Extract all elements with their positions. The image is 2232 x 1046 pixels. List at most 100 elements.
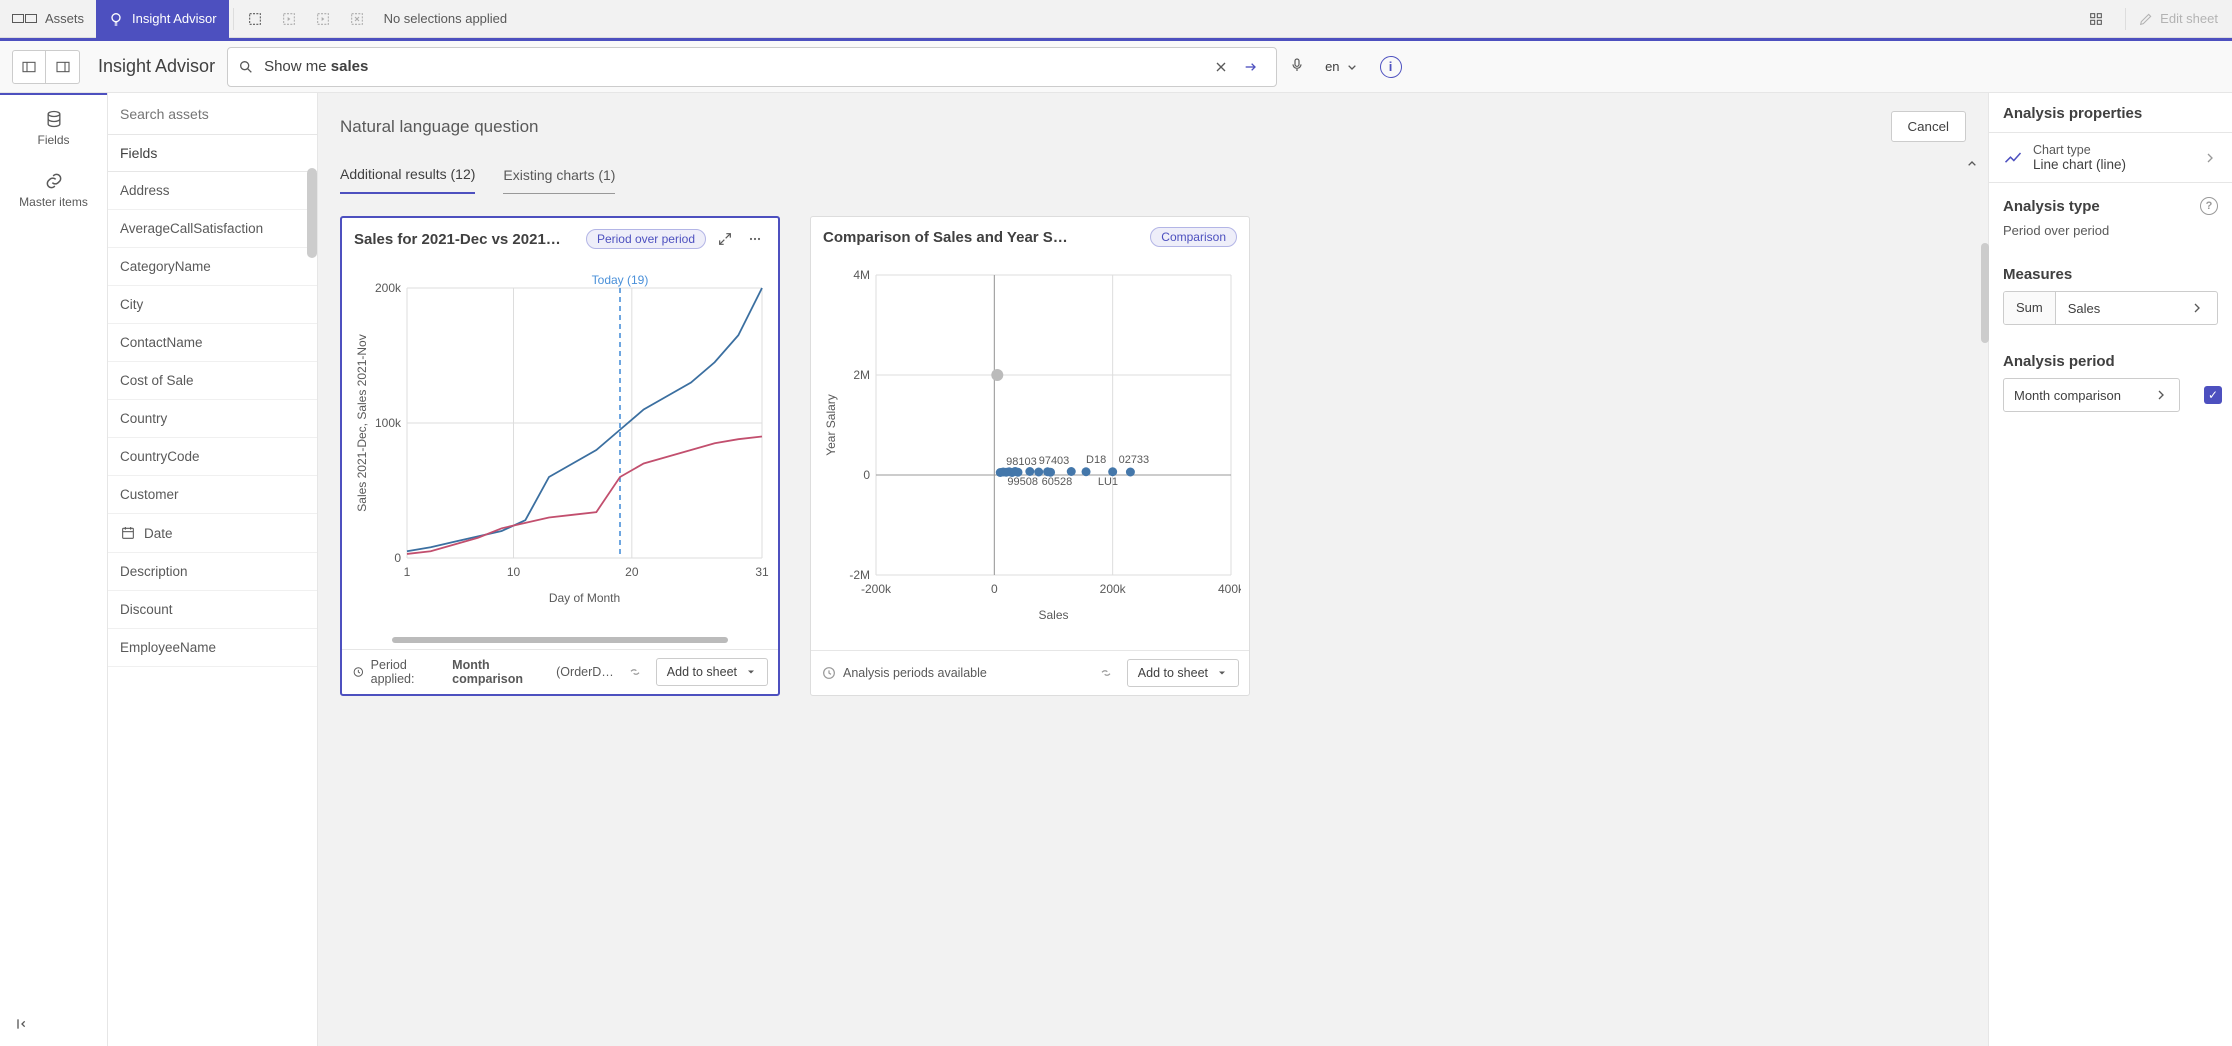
measure-agg[interactable]: Sum xyxy=(2004,292,2056,324)
more-button[interactable] xyxy=(744,228,766,250)
svg-text:60528: 60528 xyxy=(1042,476,1073,488)
assets-label: Assets xyxy=(45,11,84,26)
nav-master-items[interactable]: Master items xyxy=(0,157,107,219)
asset-search-input[interactable] xyxy=(108,93,317,134)
calendar-icon xyxy=(120,525,136,541)
page-title: Insight Advisor xyxy=(98,56,215,77)
clock-icon xyxy=(352,664,365,680)
card-title: Sales for 2021-Dec vs 2021… xyxy=(354,231,578,248)
edit-sheet-button[interactable]: Edit sheet xyxy=(2138,11,2218,27)
svg-text:4M: 4M xyxy=(853,268,870,282)
main-area: Fields Master items Fields AddressAverag… xyxy=(0,93,2232,1046)
broken-link-icon xyxy=(1098,665,1114,681)
arrow-right-icon xyxy=(1243,59,1259,75)
svg-text:400k: 400k xyxy=(1218,582,1241,596)
submit-search-button[interactable] xyxy=(1236,52,1266,82)
assets-tab[interactable]: Assets xyxy=(0,0,96,38)
left-panel-toggle[interactable] xyxy=(12,50,46,84)
selection-forward[interactable] xyxy=(306,2,340,36)
help-button[interactable]: i xyxy=(1380,56,1402,78)
chart-body: 11020310100k200kToday (19)Day of MonthSa… xyxy=(342,260,778,649)
insight-advisor-tab[interactable]: Insight Advisor xyxy=(96,0,229,38)
right-panel-toggle[interactable] xyxy=(46,50,80,84)
svg-text:02733: 02733 xyxy=(1119,454,1150,466)
chevron-up-icon xyxy=(1964,156,1980,172)
scrollbar-thumb[interactable] xyxy=(307,168,317,258)
selection-back[interactable] xyxy=(272,2,306,36)
fields-panel: Fields AddressAverageCallSatisfactionCat… xyxy=(108,93,318,1046)
field-item[interactable]: City xyxy=(108,286,317,324)
microphone-icon xyxy=(1289,57,1305,73)
svg-text:31: 31 xyxy=(755,565,769,579)
field-item[interactable]: ContactName xyxy=(108,324,317,362)
field-item[interactable]: Discount xyxy=(108,591,317,629)
chart-type-row[interactable]: Chart type Line chart (line) xyxy=(1989,132,2232,183)
svg-text:1: 1 xyxy=(404,565,411,579)
nav-fields[interactable]: Fields xyxy=(0,93,107,157)
period-checkbox[interactable]: ✓ xyxy=(2204,386,2222,404)
properties-panel: Analysis properties Chart type Line char… xyxy=(1988,93,2232,1046)
field-item[interactable]: EmployeeName xyxy=(108,629,317,667)
collapse-results-button[interactable] xyxy=(1964,156,1980,175)
card-header: Sales for 2021-Dec vs 2021… Period over … xyxy=(342,218,778,260)
svg-text:200k: 200k xyxy=(1100,582,1127,596)
svg-text:D18: D18 xyxy=(1086,454,1106,466)
bulb-icon xyxy=(108,11,124,27)
grid-icon xyxy=(2088,11,2104,27)
language-label: en xyxy=(1325,59,1339,74)
field-item[interactable]: Customer xyxy=(108,476,317,514)
collapse-nav-button[interactable] xyxy=(0,1002,107,1046)
expand-button[interactable] xyxy=(714,228,736,250)
chart-card-period[interactable]: Sales for 2021-Dec vs 2021… Period over … xyxy=(340,216,780,696)
analysis-type-value: Period over period xyxy=(1989,223,2232,252)
card-footer: Analysis periods available Add to sheet xyxy=(811,650,1249,695)
marquee-clear-icon xyxy=(349,11,365,27)
svg-text:0: 0 xyxy=(394,551,401,565)
add-to-sheet-button[interactable]: Add to sheet xyxy=(656,658,768,686)
clear-search-button[interactable] xyxy=(1206,52,1236,82)
field-item[interactable]: Cost of Sale xyxy=(108,362,317,400)
period-select[interactable]: Month comparison xyxy=(2003,378,2180,412)
language-select[interactable]: en xyxy=(1317,59,1367,75)
field-item[interactable]: Description xyxy=(108,553,317,591)
chart-type-label: Chart type xyxy=(2033,143,2192,157)
field-item[interactable]: CountryCode xyxy=(108,438,317,476)
asset-search[interactable] xyxy=(108,93,317,135)
selection-tool-1[interactable] xyxy=(238,2,272,36)
search-input[interactable]: Show me sales xyxy=(264,58,1206,75)
svg-text:200k: 200k xyxy=(375,281,402,295)
add-to-sheet-button[interactable]: Add to sheet xyxy=(1127,659,1239,687)
selections-tool-button[interactable] xyxy=(2079,2,2113,36)
field-item[interactable]: Address xyxy=(108,172,317,210)
tab-additional-results[interactable]: Additional results (12) xyxy=(340,156,475,194)
chart-card-comparison[interactable]: Comparison of Sales and Year S… Comparis… xyxy=(810,216,1250,696)
tab-existing-charts[interactable]: Existing charts (1) xyxy=(503,157,615,194)
chevron-right-icon xyxy=(2189,300,2205,316)
fields-list[interactable]: AddressAverageCallSatisfactionCategoryNa… xyxy=(108,172,317,1046)
scrollbar-thumb[interactable] xyxy=(1981,243,1989,343)
caret-down-icon xyxy=(1216,667,1228,679)
nav-master-label: Master items xyxy=(19,195,88,209)
cancel-button[interactable]: Cancel xyxy=(1891,111,1967,142)
card-header: Comparison of Sales and Year S… Comparis… xyxy=(811,217,1249,257)
svg-text:LU1: LU1 xyxy=(1098,476,1118,488)
search-bar[interactable]: Show me sales xyxy=(227,47,1277,87)
field-item[interactable]: Country xyxy=(108,400,317,438)
link-button[interactable] xyxy=(1093,660,1119,686)
collapse-icon xyxy=(14,1016,30,1032)
field-item[interactable]: Date xyxy=(108,514,317,553)
selection-clear[interactable] xyxy=(340,2,374,36)
edit-sheet-label: Edit sheet xyxy=(2160,11,2218,26)
clock-icon xyxy=(821,665,837,681)
link-button[interactable] xyxy=(622,659,648,685)
card-title: Comparison of Sales and Year S… xyxy=(823,229,1142,246)
svg-text:Sales 2021-Dec, Sales 2021-Nov: Sales 2021-Dec, Sales 2021-Nov xyxy=(355,334,369,511)
panel-left-icon xyxy=(21,59,37,75)
measure-row[interactable]: Sum Sales xyxy=(2003,291,2218,325)
chart-scrollbar[interactable] xyxy=(392,637,728,643)
svg-text:99508: 99508 xyxy=(1007,476,1038,488)
field-item[interactable]: CategoryName xyxy=(108,248,317,286)
field-item[interactable]: AverageCallSatisfaction xyxy=(108,210,317,248)
help-icon[interactable]: ? xyxy=(2200,197,2218,215)
voice-button[interactable] xyxy=(1289,57,1305,76)
